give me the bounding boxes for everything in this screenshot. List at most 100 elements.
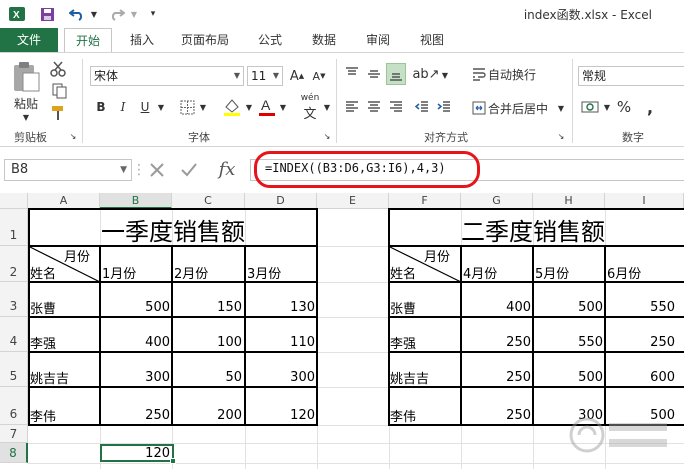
font-name-select[interactable]: 宋体 ▼ [90, 66, 244, 86]
excel-logo-icon: X [6, 5, 28, 23]
font-size-select[interactable]: 11 ▼ [247, 66, 283, 86]
row-header-2[interactable]: 2 [0, 246, 28, 282]
merge-center-icon[interactable] [470, 99, 488, 117]
align-top-icon[interactable] [342, 63, 362, 85]
row-header-4[interactable]: 4 [0, 317, 28, 352]
employee-name: 张曹 [30, 302, 57, 317]
column-header-c[interactable]: C [172, 193, 245, 209]
phonetic-guide-button[interactable]: wén 文 [298, 93, 322, 122]
alignment-launcher-icon[interactable]: ↘ [556, 131, 566, 141]
font-color-dropdown-icon[interactable]: ▼ [278, 99, 288, 115]
cut-icon[interactable] [48, 59, 68, 79]
sales-value: 300 [145, 370, 170, 385]
paste-button[interactable]: 粘贴 [10, 95, 42, 111]
merge-center-button[interactable]: 合并后居中 [488, 99, 548, 117]
phonetic-dropdown-icon[interactable]: ▼ [322, 99, 332, 115]
column-header-i[interactable]: I [605, 193, 684, 209]
format-painter-icon[interactable] [48, 103, 68, 123]
customize-toolbar-icon[interactable]: ▾ [146, 5, 160, 23]
percent-button[interactable]: % [614, 97, 634, 117]
row-header-8[interactable]: 8 [0, 443, 28, 463]
alignment-group-label: 对齐方式 [424, 131, 468, 144]
orientation-icon[interactable]: ab↗ [412, 63, 439, 85]
column-header-d[interactable]: D [245, 193, 317, 209]
tab-data[interactable]: 数据 [302, 28, 346, 52]
save-icon[interactable] [36, 5, 58, 23]
sales-value: 400 [145, 335, 170, 350]
tab-insert[interactable]: 插入 [120, 28, 164, 52]
resize-handle-icon[interactable]: ⋮ [132, 161, 146, 179]
month-header: 3月份 [247, 267, 282, 282]
grow-font-icon[interactable]: A ▲ [288, 67, 306, 85]
column-header-h[interactable]: H [533, 193, 605, 209]
redo-icon[interactable] [106, 5, 128, 23]
table-border [28, 316, 318, 318]
font-launcher-icon[interactable]: ↘ [322, 131, 332, 141]
sales-value: 110 [290, 335, 315, 350]
wrap-text-button[interactable]: 自动换行 [488, 65, 536, 83]
paste-icon[interactable] [8, 59, 44, 95]
sales-value: 130 [290, 300, 315, 315]
undo-dropdown-icon[interactable]: ▼ [88, 5, 100, 23]
row-header-7[interactable]: 7 [0, 425, 28, 443]
tab-file[interactable]: 文件 [0, 28, 58, 52]
wrap-text-icon[interactable] [470, 65, 488, 83]
redo-dropdown-icon[interactable]: ▼ [128, 5, 140, 23]
tab-review[interactable]: 审阅 [356, 28, 400, 52]
shrink-font-icon[interactable]: A ▼ [310, 67, 328, 85]
align-middle-icon[interactable] [364, 63, 384, 85]
name-box[interactable]: B8 ▼ [4, 159, 132, 181]
select-all-corner[interactable] [0, 193, 28, 209]
italic-button[interactable]: I [114, 97, 132, 117]
column-header-f[interactable]: F [389, 193, 461, 209]
employee-name: 姚吉吉 [390, 372, 430, 387]
insert-function-button[interactable]: fx [212, 157, 242, 181]
decrease-indent-icon[interactable] [412, 97, 432, 117]
fill-color-icon[interactable] [220, 95, 244, 119]
sales-value: 600 [650, 370, 675, 385]
table-border [28, 386, 318, 388]
borders-dropdown-icon[interactable]: ▼ [198, 99, 208, 115]
sales-value: 500 [145, 300, 170, 315]
sales-value: 500 [578, 300, 603, 315]
font-color-icon[interactable]: A [256, 95, 278, 119]
row-header-3[interactable]: 3 [0, 282, 28, 317]
align-left-icon[interactable] [342, 97, 362, 117]
currency-dropdown-icon[interactable]: ▼ [602, 99, 612, 115]
align-right-icon[interactable] [386, 97, 406, 117]
column-header-e[interactable]: E [317, 193, 389, 209]
row-header-6[interactable]: 6 [0, 387, 28, 425]
tab-formulas[interactable]: 公式 [250, 28, 290, 52]
q2-table-title: 二季度销售额 [461, 218, 605, 246]
tab-page-layout[interactable]: 页面布局 [172, 28, 238, 52]
column-header-g[interactable]: G [461, 193, 533, 209]
column-header-b[interactable]: B [100, 193, 172, 209]
bold-button[interactable]: B [92, 97, 110, 117]
sales-value: 50 [225, 370, 242, 385]
currency-icon[interactable] [578, 97, 602, 117]
tab-home[interactable]: 开始 [64, 28, 112, 52]
paste-dropdown-icon[interactable]: ▼ [18, 111, 34, 123]
number-format-select[interactable]: 常规 [578, 66, 684, 86]
copy-icon[interactable] [48, 81, 72, 101]
name-box-value: B8 [11, 162, 29, 177]
align-bottom-icon[interactable] [386, 63, 406, 85]
enter-icon[interactable] [176, 159, 202, 181]
comma-button[interactable]: , [640, 97, 660, 117]
clipboard-launcher-icon[interactable]: ↘ [68, 131, 78, 141]
row-header-1[interactable]: 1 [0, 209, 28, 246]
underline-dropdown-icon[interactable]: ▼ [156, 99, 166, 115]
increase-indent-icon[interactable] [434, 97, 454, 117]
undo-icon[interactable] [66, 5, 88, 23]
orientation-dropdown-icon[interactable]: ▼ [440, 67, 450, 83]
cancel-icon[interactable] [144, 159, 170, 181]
fill-color-dropdown-icon[interactable]: ▼ [244, 99, 254, 115]
underline-button[interactable]: U [136, 97, 154, 117]
row-header-5[interactable]: 5 [0, 352, 28, 387]
borders-icon[interactable] [176, 97, 198, 117]
tab-view[interactable]: 视图 [410, 28, 454, 52]
merge-dropdown-icon[interactable]: ▼ [556, 101, 566, 115]
column-header-a[interactable]: A [28, 193, 100, 209]
align-center-icon[interactable] [364, 97, 384, 117]
fill-handle[interactable] [170, 458, 176, 464]
